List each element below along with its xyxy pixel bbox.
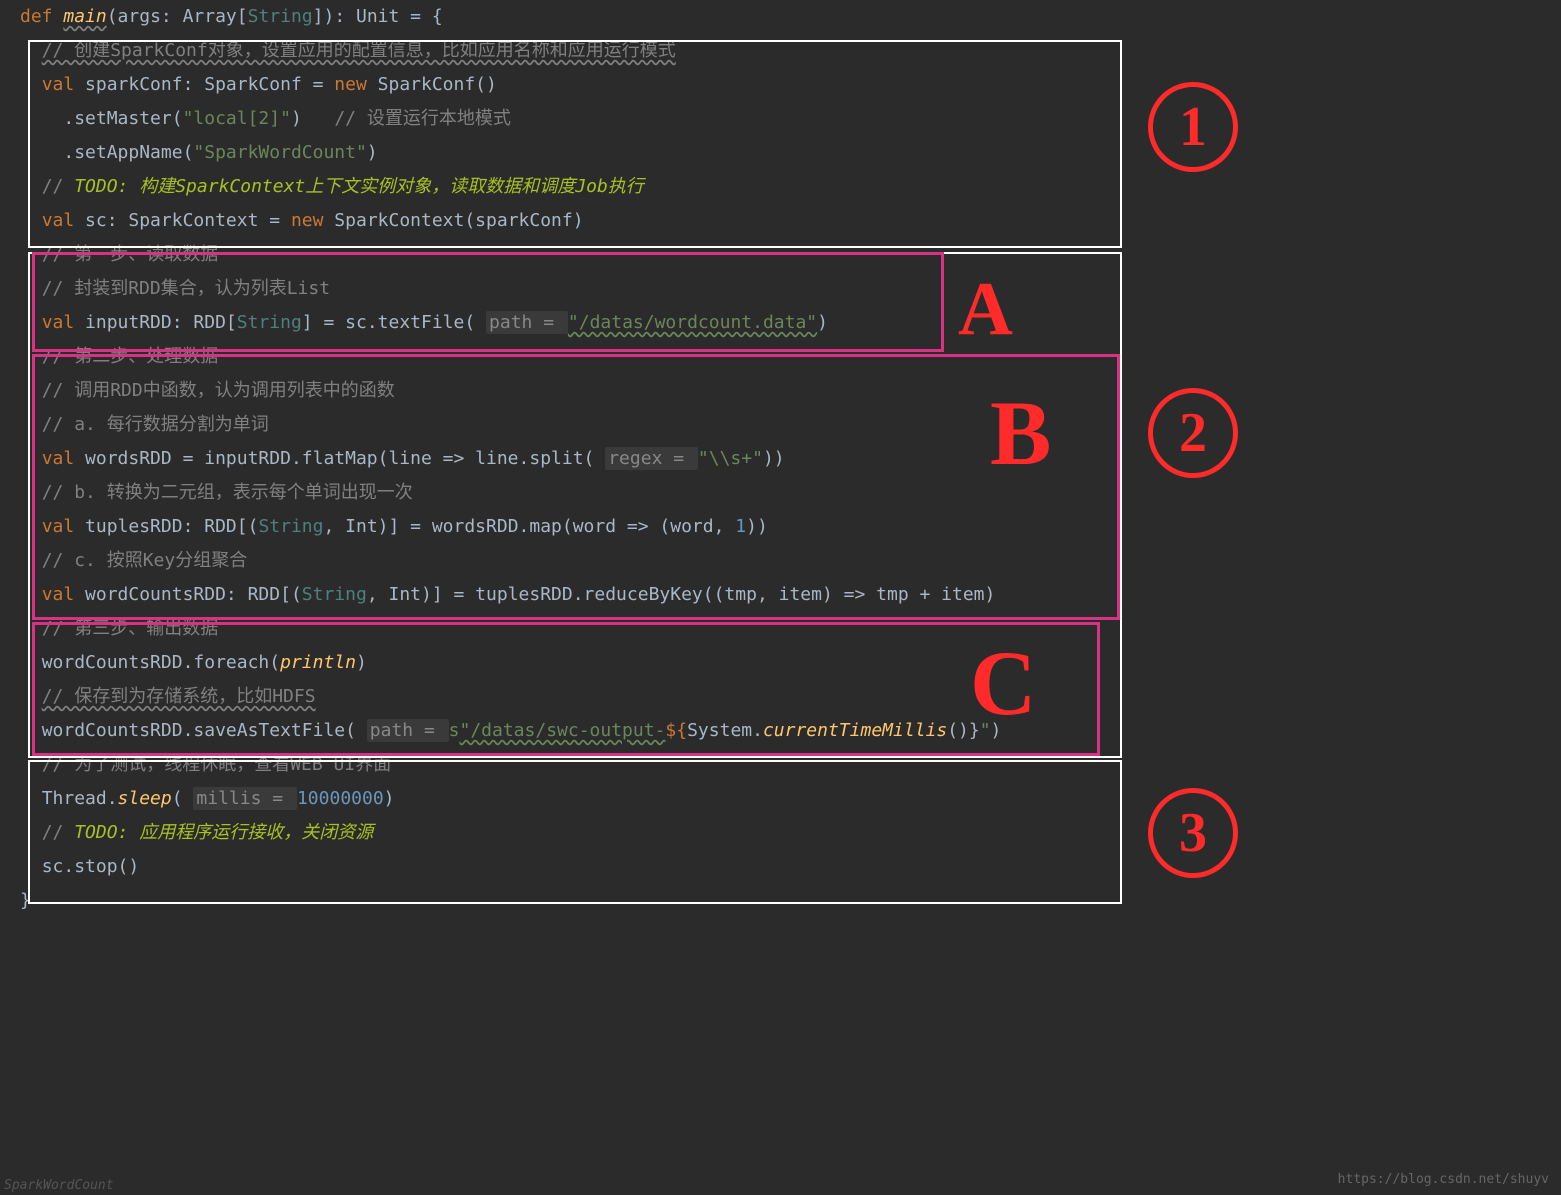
code-line: Thread.sleep( millis = 10000000) xyxy=(20,782,1541,816)
code-line: wordCountsRDD.foreach(println) xyxy=(20,646,1541,680)
code-line: .setMaster("local[2]") // 设置运行本地模式 xyxy=(20,102,1541,136)
code-line: .setAppName("SparkWordCount") xyxy=(20,136,1541,170)
code-line: // 保存到为存储系统，比如HDFS xyxy=(20,680,1541,714)
code-line: def main(args: Array[String]): Unit = { xyxy=(20,0,1541,34)
code-line: // 第二步、处理数据 xyxy=(20,340,1541,374)
annotation-circle-1: 1 xyxy=(1148,82,1238,172)
code-line: val tuplesRDD: RDD[(String, Int)] = word… xyxy=(20,510,1541,544)
code-line: val sc: SparkContext = new SparkContext(… xyxy=(20,204,1541,238)
code-line: sc.stop() xyxy=(20,850,1541,884)
code-line: // TODO: 应用程序运行接收，关闭资源 xyxy=(20,816,1541,850)
code-line: // 封装到RDD集合，认为列表List xyxy=(20,272,1541,306)
code-line: } xyxy=(20,884,1541,918)
code-line: wordCountsRDD.saveAsTextFile( path = s"/… xyxy=(20,714,1541,748)
code-line: // 调用RDD中函数，认为调用列表中的函数 xyxy=(20,374,1541,408)
code-line: // TODO: 构建SparkContext上下文实例对象，读取数据和调度Jo… xyxy=(20,170,1541,204)
code-line: // 第一步、读取数据 xyxy=(20,238,1541,272)
code-line: // a. 每行数据分割为单词 xyxy=(20,408,1541,442)
code-line: val wordCountsRDD: RDD[(String, Int)] = … xyxy=(20,578,1541,612)
code-line: val sparkConf: SparkConf = new SparkConf… xyxy=(20,68,1541,102)
code-line: val inputRDD: RDD[String] = sc.textFile(… xyxy=(20,306,1541,340)
watermark-text: https://blog.csdn.net/shuyv xyxy=(1338,1172,1549,1187)
code-line: // 为了测试，线程休眠，查看WEB UI界面 xyxy=(20,748,1541,782)
code-line: // 第三步、输出数据 xyxy=(20,612,1541,646)
code-editor[interactable]: def main(args: Array[String]): Unit = { … xyxy=(0,0,1561,918)
annotation-circle-3: 3 xyxy=(1148,788,1238,878)
code-line: // c. 按照Key分组聚合 xyxy=(20,544,1541,578)
annotation-circle-2: 2 xyxy=(1148,388,1238,478)
code-line: val wordsRDD = inputRDD.flatMap(line => … xyxy=(20,442,1541,476)
code-line: // 创建SparkConf对象，设置应用的配置信息，比如应用名称和应用运行模式 xyxy=(20,34,1541,68)
status-text: SparkWordCount xyxy=(4,1178,114,1193)
code-line: // b. 转换为二元组，表示每个单词出现一次 xyxy=(20,476,1541,510)
